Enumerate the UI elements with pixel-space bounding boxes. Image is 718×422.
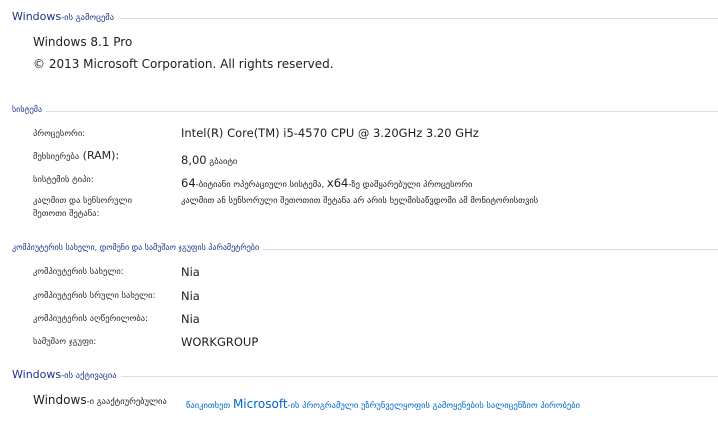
license-link-text-start: წაიკითხეთ <box>186 401 233 411</box>
ram-value: 8,00 გბაიტი <box>181 149 237 168</box>
activation-status: Windows-ი გააქტიურებულია <box>33 393 167 407</box>
system-type-os-text: -ბიტიანი ოპერაციული სისტემა, <box>195 180 327 190</box>
workgroup-label: სამუშაო ჯგუფი: <box>33 337 97 347</box>
computer-name-title: კომპიუტერის სახელი, დომენი და სამუშაო ჯგ… <box>12 243 264 252</box>
system-type-processor-text: -ზე დამყარებული პროცესორი <box>348 180 473 190</box>
processor-value: Intel(R) Core(TM) i5-4570 CPU @ 3.20GHz … <box>181 126 479 140</box>
system-header: სისტემა <box>0 103 718 119</box>
activation-status-suffix: -ი გააქტიურებულია <box>86 397 167 407</box>
windows-edition-title-prefix: Windows <box>12 10 62 23</box>
license-terms-link[interactable]: წაიკითხეთ Microsoft-ის პროგრამული უზრუნვ… <box>186 393 580 412</box>
ram-value-unit: გბაიტი <box>206 157 238 167</box>
system-type-label: სისტემის ტიპი: <box>33 175 94 185</box>
activation-title-suffix: -ის აქტივაცია <box>61 371 117 381</box>
computer-description-label: კომპიუტერის აღწერილობა: <box>33 314 148 324</box>
windows-edition-title: Windows-ის გამოცემა <box>12 10 119 23</box>
activation-title-prefix: Windows <box>12 368 62 381</box>
workgroup-value: WORKGROUP <box>181 335 259 349</box>
pen-touch-label: კალმით და სენსორული შეთოთი შეტანა: <box>33 195 132 221</box>
license-link-text-end: -ის პროგრამული უზრუნველყოფის გამოყენების… <box>287 401 580 411</box>
pen-touch-label-line1: კალმით და სენსორული <box>33 196 132 206</box>
computer-name-value: Nia <box>181 265 200 279</box>
ram-label-unit: (RAM): <box>79 149 120 162</box>
computer-name-header: კომპიუტერის სახელი, დომენი და სამუშაო ჯგ… <box>0 241 718 257</box>
full-computer-name-label: კომპიუტერის სრული სახელი: <box>33 291 156 301</box>
ram-label: მეხსიერება (RAM): <box>33 149 119 164</box>
full-computer-name-value: Nia <box>181 289 200 303</box>
computer-name-label: კომპიუტერის სახელი: <box>33 267 124 277</box>
license-link-brand: Microsoft <box>232 397 288 411</box>
system-type-value: 64-ბიტიანი ოპერაციული სისტემა, x64-ზე და… <box>181 172 472 191</box>
activation-title: Windows-ის აქტივაცია <box>12 368 121 381</box>
system-type-arch: x64 <box>326 176 349 190</box>
system-type-bits: 64 <box>181 176 196 190</box>
ram-label-text: მეხსიერება <box>33 152 80 162</box>
windows-edition-name: Windows 8.1 Pro <box>33 35 133 49</box>
ram-value-number: 8,00 <box>181 153 207 167</box>
windows-edition-header: Windows-ის გამოცემა <box>0 10 718 26</box>
pen-touch-label-line2: შეთოთი შეტანა: <box>33 209 100 219</box>
system-title: სისტემა <box>12 105 47 114</box>
activation-header: Windows-ის აქტივაცია <box>0 368 718 384</box>
processor-label: პროცესორი: <box>33 129 86 139</box>
computer-description-value: Nia <box>181 312 200 326</box>
pen-touch-value: კალმით ან სენსორული შეთოთით შეტანა არ არ… <box>181 196 539 206</box>
windows-edition-title-suffix: -ის გამოცემა <box>61 13 115 23</box>
windows-copyright: © 2013 Microsoft Corporation. All rights… <box>33 57 334 71</box>
activation-status-prefix: Windows <box>33 393 87 407</box>
section-divider <box>12 111 718 112</box>
